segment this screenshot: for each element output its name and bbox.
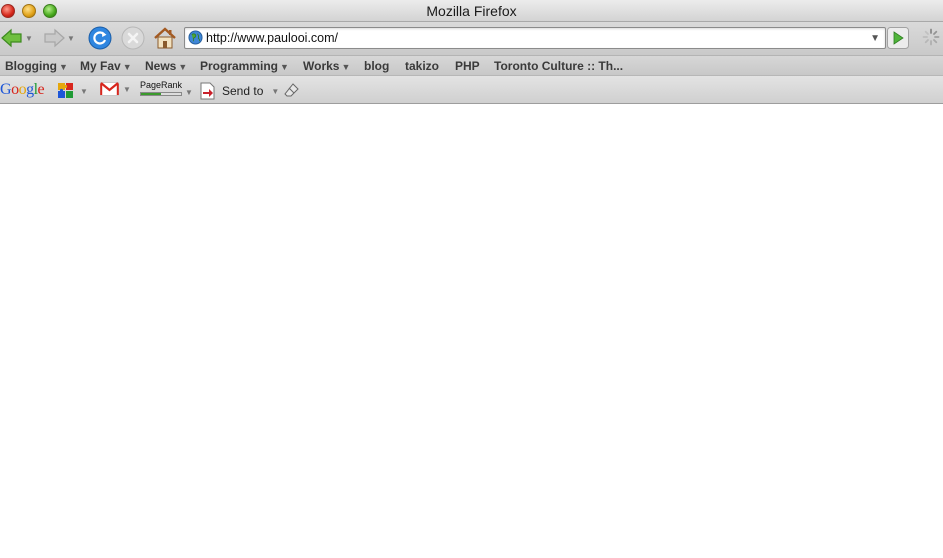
send-to-icon — [200, 82, 215, 100]
stop-icon — [121, 26, 145, 50]
bookmark-blog[interactable]: blog — [364, 59, 389, 73]
chevron-down-icon: ▼ — [341, 62, 351, 72]
google-logo-letter: o — [11, 81, 19, 98]
chevron-down-icon: ▼ — [58, 62, 68, 72]
url-history-dropdown-icon[interactable]: ▼ — [870, 33, 880, 44]
google-logo-letter: o — [18, 81, 27, 98]
bookmark-php[interactable]: PHP — [455, 59, 480, 73]
page-content-area[interactable] — [0, 104, 943, 558]
title-bar: Mozilla Firefox — [0, 0, 943, 22]
chevron-down-icon[interactable]: ▼ — [123, 85, 131, 94]
chevron-down-icon[interactable]: ▼ — [185, 88, 193, 97]
bookmark-folder-my-fav[interactable]: My Fav ▼ — [80, 59, 132, 73]
gmail-button[interactable]: ▼ — [100, 82, 131, 96]
google-logo[interactable]: Google — [0, 81, 45, 99]
bookmark-folder-blogging[interactable]: Blogging ▼ — [5, 59, 68, 73]
forward-history-dropdown-icon[interactable]: ▼ — [67, 34, 75, 43]
window-title: Mozilla Firefox — [426, 3, 517, 19]
url-text[interactable]: http://www.paulooi.com/ — [206, 31, 338, 45]
send-to-label: Send to — [222, 84, 264, 98]
back-arrow-icon — [1, 28, 22, 48]
google-bookmarks-button[interactable]: ▼ — [57, 82, 88, 100]
home-icon — [154, 27, 176, 49]
home-button[interactable] — [153, 26, 177, 50]
chevron-down-icon: ▼ — [178, 62, 188, 72]
google-toolbar: Google ▼ ▼ PageRank ▼ Send to ▼ — [0, 75, 943, 104]
site-globe-icon — [188, 30, 203, 45]
pagerank-indicator[interactable]: PageRank ▼ — [140, 80, 193, 97]
chevron-down-icon[interactable]: ▼ — [80, 87, 88, 96]
url-bar[interactable]: http://www.paulooi.com/ ▼ — [184, 27, 886, 49]
send-to-button[interactable]: Send to ▼ — [200, 82, 279, 100]
forward-arrow-icon — [44, 28, 65, 48]
reload-button[interactable] — [88, 26, 112, 50]
chevron-down-icon: ▼ — [280, 62, 289, 72]
chevron-down-icon: ▼ — [122, 62, 132, 72]
back-history-dropdown-icon[interactable]: ▼ — [25, 34, 33, 43]
go-button[interactable] — [887, 27, 909, 52]
bookmarks-toolbar: Blogging ▼ My Fav ▼ News ▼ Programming ▼ Wor… — [0, 55, 943, 75]
pagerank-bar — [140, 92, 182, 96]
loading-throbber-icon — [922, 28, 940, 49]
bookmark-folder-programming[interactable]: Programming ▼ — [200, 59, 289, 73]
bookmark-folder-works[interactable]: Works ▼ — [303, 59, 350, 73]
bookmark-toronto-culture[interactable]: Toronto Culture :: Th... — [494, 59, 623, 73]
reload-icon — [88, 26, 112, 50]
pagerank-label: PageRank — [140, 80, 183, 90]
back-button[interactable]: ▼ — [0, 26, 33, 50]
navigation-toolbar: ▼ ▼ http://www.paulooi.com/ ▼ — [0, 22, 943, 55]
eraser-icon — [284, 83, 299, 97]
go-arrow-icon — [887, 27, 909, 49]
highlighter-button[interactable] — [284, 82, 300, 98]
gmail-icon — [100, 82, 119, 96]
chevron-down-icon[interactable]: ▼ — [271, 87, 279, 96]
pagerank-fill — [141, 93, 161, 95]
bookmark-takizo[interactable]: takizo — [405, 59, 439, 73]
puzzle-icon — [58, 83, 73, 98]
google-logo-text: Google — [0, 81, 45, 98]
google-logo-letter: e — [37, 81, 45, 98]
stop-button[interactable] — [121, 26, 145, 50]
bookmark-folder-news[interactable]: News ▼ — [145, 59, 187, 73]
forward-button[interactable]: ▼ — [42, 26, 75, 50]
google-logo-letter: g — [26, 81, 34, 98]
google-logo-letter: G — [0, 81, 12, 98]
